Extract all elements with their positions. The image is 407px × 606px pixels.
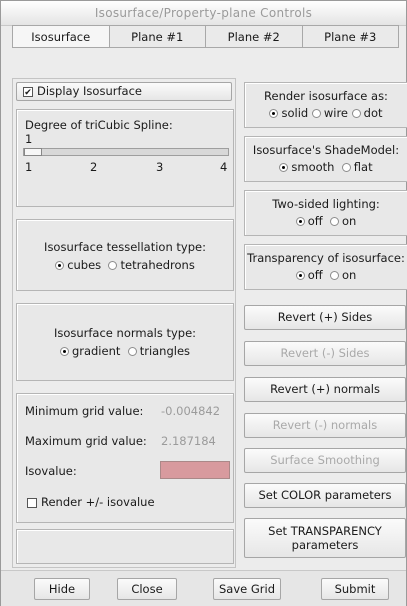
submit-button[interactable]: Submit: [321, 578, 389, 600]
revert-plus-normals-button[interactable]: Revert (+) normals: [244, 377, 406, 402]
transparency-option-on[interactable]: on: [329, 268, 357, 282]
render-option-dot[interactable]: dot: [351, 106, 383, 120]
shade-model-panel: Isosurface's ShadeModel: smooth flat: [244, 136, 407, 182]
flat-label: flat: [353, 160, 373, 174]
dot-label: dot: [363, 106, 383, 120]
spline-tick-4: 4: [220, 160, 228, 174]
gradient-radio[interactable]: [59, 347, 69, 356]
render-as-panel: Render isosurface as: solid wire dot: [244, 82, 407, 128]
cubes-label: cubes: [67, 258, 102, 272]
revert-minus-sides-button[interactable]: Revert (-) Sides: [244, 341, 406, 366]
close-button[interactable]: Close: [117, 578, 177, 600]
normals-option-gradient[interactable]: gradient: [59, 344, 121, 358]
set-transparency-button[interactable]: Set TRANSPARENCY parameters: [244, 518, 406, 558]
normals-panel: Isosurface normals type: gradient triang…: [16, 303, 234, 381]
hide-button[interactable]: Hide: [34, 578, 90, 600]
two-sided-panel: Two-sided lighting: off on: [244, 190, 407, 236]
two-sided-on-radio[interactable]: [329, 217, 339, 226]
wire-label: wire: [323, 106, 348, 120]
transparency-label: Transparency of isosurface:: [247, 251, 405, 265]
spline-label: Degree of triCubic Spline:: [25, 118, 173, 132]
cubes-radio[interactable]: [55, 261, 65, 270]
revert-plus-sides-button[interactable]: Revert (+) Sides: [244, 305, 406, 330]
tessellation-panel: Isosurface tessellation type: cubes tetr…: [16, 219, 234, 291]
transparency-panel: Transparency of isosurface: off on: [244, 244, 407, 290]
shade-option-smooth[interactable]: smooth: [279, 160, 334, 174]
tetrahedrons-radio[interactable]: [108, 261, 118, 270]
tab-plane-3[interactable]: Plane #3: [301, 25, 399, 48]
isovalue-label: Isovalue:: [25, 464, 77, 478]
dot-radio[interactable]: [351, 109, 361, 118]
tab-bar: Isosurface Plane #1 Plane #2 Plane #3: [12, 25, 399, 48]
shade-model-label: Isosurface's ShadeModel:: [252, 143, 400, 157]
wire-radio[interactable]: [311, 109, 321, 118]
display-isosurface-toggle[interactable]: ✔ Display Isosurface: [16, 82, 232, 101]
controls-window: Isosurface/Property-plane Controls Isosu…: [0, 0, 407, 606]
transparency-on-radio[interactable]: [329, 271, 339, 280]
tetrahedrons-label: tetrahedrons: [120, 258, 195, 272]
max-grid-label: Maximum grid value:: [25, 434, 147, 448]
normals-option-triangles[interactable]: triangles: [127, 344, 191, 358]
surface-smoothing-button[interactable]: Surface Smoothing: [244, 448, 406, 473]
transparency-option-off[interactable]: off: [295, 268, 323, 282]
display-isosurface-label: Display Isosurface: [37, 84, 142, 98]
shade-option-flat[interactable]: flat: [341, 160, 373, 174]
left-empty-panel: [16, 529, 234, 564]
two-sided-off-label: off: [307, 214, 323, 228]
render-as-label: Render isosurface as:: [264, 89, 388, 103]
revert-minus-normals-button[interactable]: Revert (-) normals: [244, 413, 406, 438]
two-sided-option-on[interactable]: on: [329, 214, 357, 228]
triangles-radio[interactable]: [127, 347, 137, 356]
two-sided-option-off[interactable]: off: [295, 214, 323, 228]
render-pm-isovalue-checkbox[interactable]: [27, 497, 37, 508]
render-option-wire[interactable]: wire: [311, 106, 348, 120]
spline-slider[interactable]: [23, 148, 229, 156]
tessellation-label: Isosurface tessellation type:: [44, 240, 206, 254]
solid-label: solid: [281, 106, 309, 120]
spline-value: 1: [25, 132, 33, 146]
normals-label: Isosurface normals type:: [53, 326, 197, 340]
triangles-label: triangles: [139, 344, 191, 358]
render-pm-isovalue-label: Render +/- isovalue: [41, 495, 155, 509]
min-grid-value: -0.004842: [161, 404, 221, 418]
render-pm-isovalue-toggle[interactable]: Render +/- isovalue: [27, 495, 155, 509]
spline-tick-1: 1: [25, 160, 33, 174]
two-sided-off-radio[interactable]: [295, 217, 305, 226]
window-title: Isosurface/Property-plane Controls: [1, 1, 406, 26]
two-sided-label: Two-sided lighting:: [272, 197, 380, 211]
tab-isosurface[interactable]: Isosurface: [12, 25, 109, 48]
flat-radio[interactable]: [341, 163, 351, 172]
spline-slider-thumb[interactable]: [24, 148, 42, 156]
smooth-label: smooth: [291, 160, 335, 174]
transparency-on-label: on: [341, 268, 357, 282]
transparency-off-label: off: [307, 268, 323, 282]
tessellation-option-cubes[interactable]: cubes: [55, 258, 101, 272]
save-grid-button[interactable]: Save Grid: [213, 578, 281, 600]
transparency-off-radio[interactable]: [295, 271, 305, 280]
isovalue-field[interactable]: [160, 461, 230, 479]
max-grid-value: 2.187184: [161, 434, 216, 448]
solid-radio[interactable]: [269, 109, 279, 118]
display-isosurface-checkbox[interactable]: ✔: [23, 86, 33, 98]
smooth-radio[interactable]: [279, 163, 289, 172]
spline-panel: Degree of triCubic Spline: 1 1 2 3 4: [16, 109, 234, 207]
grid-values-panel: Minimum grid value: -0.004842 Maximum gr…: [16, 393, 234, 523]
tab-plane-2[interactable]: Plane #2: [205, 25, 302, 48]
spline-tick-2: 2: [90, 160, 98, 174]
set-color-button[interactable]: Set COLOR parameters: [244, 483, 406, 508]
tab-plane-1[interactable]: Plane #1: [108, 25, 205, 48]
two-sided-on-label: on: [341, 214, 357, 228]
min-grid-label: Minimum grid value:: [25, 404, 144, 418]
render-option-solid[interactable]: solid: [269, 106, 308, 120]
spline-tick-3: 3: [156, 160, 164, 174]
tessellation-option-tetrahedrons[interactable]: tetrahedrons: [108, 258, 195, 272]
gradient-label: gradient: [71, 344, 121, 358]
